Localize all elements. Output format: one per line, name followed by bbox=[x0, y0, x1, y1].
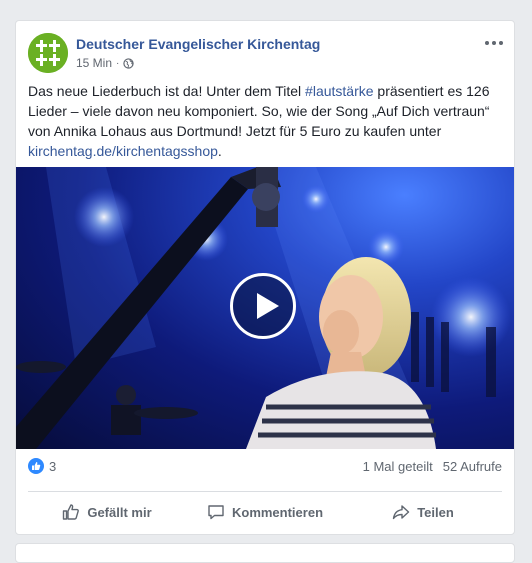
hashtag-link[interactable]: #lautstärke bbox=[305, 83, 373, 99]
like-button-label: Gefällt mir bbox=[87, 504, 152, 520]
globe-icon[interactable] bbox=[123, 57, 135, 69]
next-post-card bbox=[15, 543, 515, 563]
shop-link[interactable]: kirchentag.de/kirchentagsshop bbox=[28, 143, 218, 159]
more-options-icon[interactable] bbox=[482, 33, 506, 53]
post-header: Deutscher Evangelischer Kirchentag 15 Mi… bbox=[28, 33, 503, 73]
kirchentag-logo-icon bbox=[28, 33, 68, 73]
post-card: Deutscher Evangelischer Kirchentag 15 Mi… bbox=[15, 20, 515, 535]
action-bar: Gefällt mir Kommentieren Teilen bbox=[28, 495, 502, 529]
meta-separator: · bbox=[116, 57, 120, 69]
comment-icon bbox=[208, 505, 224, 520]
like-count[interactable]: 3 bbox=[49, 459, 56, 474]
stats-right: 1 Mal geteilt 52 Aufrufe bbox=[363, 459, 502, 474]
page-name-link[interactable]: Deutscher Evangelischer Kirchentag bbox=[76, 36, 320, 52]
play-button[interactable] bbox=[230, 273, 296, 339]
play-icon bbox=[256, 293, 279, 319]
share-icon bbox=[392, 505, 410, 520]
divider bbox=[28, 491, 502, 492]
scrollbar[interactable] bbox=[526, 0, 532, 550]
share-button[interactable]: Teilen bbox=[344, 495, 502, 529]
share-button-label: Teilen bbox=[417, 504, 454, 520]
post-text-part: . bbox=[217, 143, 222, 159]
view-count: 52 Aufrufe bbox=[442, 459, 502, 474]
page-avatar[interactable] bbox=[28, 33, 68, 73]
share-count[interactable]: 1 Mal geteilt bbox=[363, 459, 433, 474]
like-icon[interactable] bbox=[28, 458, 44, 474]
comment-button-label: Kommentieren bbox=[231, 504, 324, 520]
comment-button[interactable]: Kommentieren bbox=[186, 495, 344, 529]
video-player[interactable] bbox=[16, 167, 514, 449]
like-button[interactable]: Gefällt mir bbox=[28, 495, 186, 529]
post-text-part: Das neue Liederbuch ist da! Unter dem Ti… bbox=[28, 83, 306, 99]
post-stats: 3 1 Mal geteilt 52 Aufrufe bbox=[28, 457, 502, 477]
thumbs-up-icon bbox=[63, 504, 80, 520]
post-meta: 15 Min · bbox=[76, 56, 135, 70]
post-text: Das neue Liederbuch ist da! Unter dem Ti… bbox=[28, 81, 504, 161]
post-time[interactable]: 15 Min bbox=[76, 56, 112, 70]
